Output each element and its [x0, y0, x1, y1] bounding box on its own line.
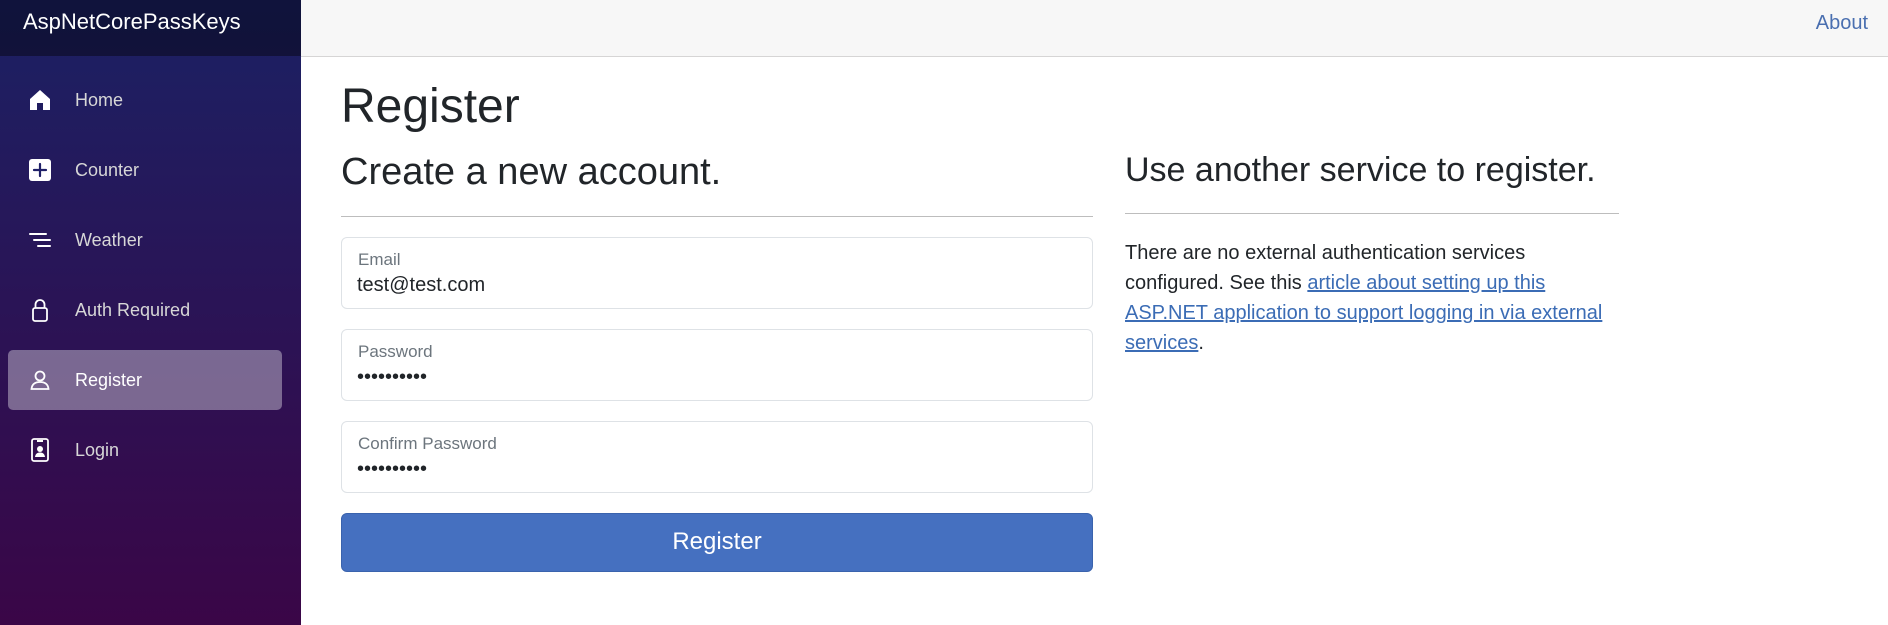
page-title: Register	[341, 80, 520, 133]
home-icon	[27, 87, 53, 113]
register-button[interactable]: Register	[341, 512, 1093, 572]
top-row: About	[301, 0, 1888, 57]
external-heading: Use another service to register.	[1125, 151, 1596, 189]
lock-icon	[27, 297, 53, 323]
external-text-after: .	[1198, 331, 1204, 354]
sidebar-item-home[interactable]: Home	[8, 70, 282, 130]
person-icon	[27, 367, 53, 393]
form-heading: Create a new account.	[341, 151, 722, 193]
email-label: Email	[358, 249, 401, 269]
password-label: Password	[358, 341, 433, 361]
confirm-password-field: Confirm Password	[341, 420, 1093, 493]
external-login-section: Use another service to register. There a…	[1125, 150, 1619, 358]
email-field: Email	[341, 236, 1093, 309]
register-form-section: Create a new account. Email Password Con…	[341, 150, 1093, 572]
email-input[interactable]	[357, 271, 1057, 300]
password-input[interactable]	[357, 363, 1057, 392]
list-lines-icon	[27, 227, 53, 253]
badge-icon	[27, 437, 53, 463]
plus-square-icon	[27, 157, 53, 183]
sidebar-item-label: Auth Required	[75, 299, 191, 320]
password-field: Password	[341, 328, 1093, 401]
confirm-password-label: Confirm Password	[358, 433, 497, 453]
external-info-text: There are no external authentication ser…	[1125, 238, 1619, 358]
main-content: Register Create a new account. Email Pas…	[341, 57, 1841, 625]
sidebar-item-login[interactable]: Login	[8, 420, 282, 480]
sidebar-item-auth-required[interactable]: Auth Required	[8, 280, 282, 340]
sidebar-item-label: Register	[75, 369, 143, 390]
sidebar-item-counter[interactable]: Counter	[8, 140, 282, 200]
sidebar-item-weather[interactable]: Weather	[8, 210, 282, 270]
sidebar-item-label: Weather	[75, 229, 143, 250]
divider	[341, 215, 1093, 217]
sidebar-item-label: Login	[75, 439, 120, 460]
divider	[1125, 212, 1619, 214]
sidebar-item-label: Home	[75, 89, 124, 110]
sidebar-item-label: Counter	[75, 159, 140, 180]
sidebar: AspNetCorePassKeys Home Counter Weather …	[0, 0, 301, 625]
nav-menu: Home Counter Weather Auth Required Regis…	[0, 56, 301, 480]
brand-bar: AspNetCorePassKeys	[0, 0, 301, 56]
about-link[interactable]: About	[1816, 12, 1868, 35]
sidebar-item-register[interactable]: Register	[8, 350, 282, 410]
brand-link[interactable]: AspNetCorePassKeys	[23, 9, 241, 35]
confirm-password-input[interactable]	[357, 455, 1057, 484]
